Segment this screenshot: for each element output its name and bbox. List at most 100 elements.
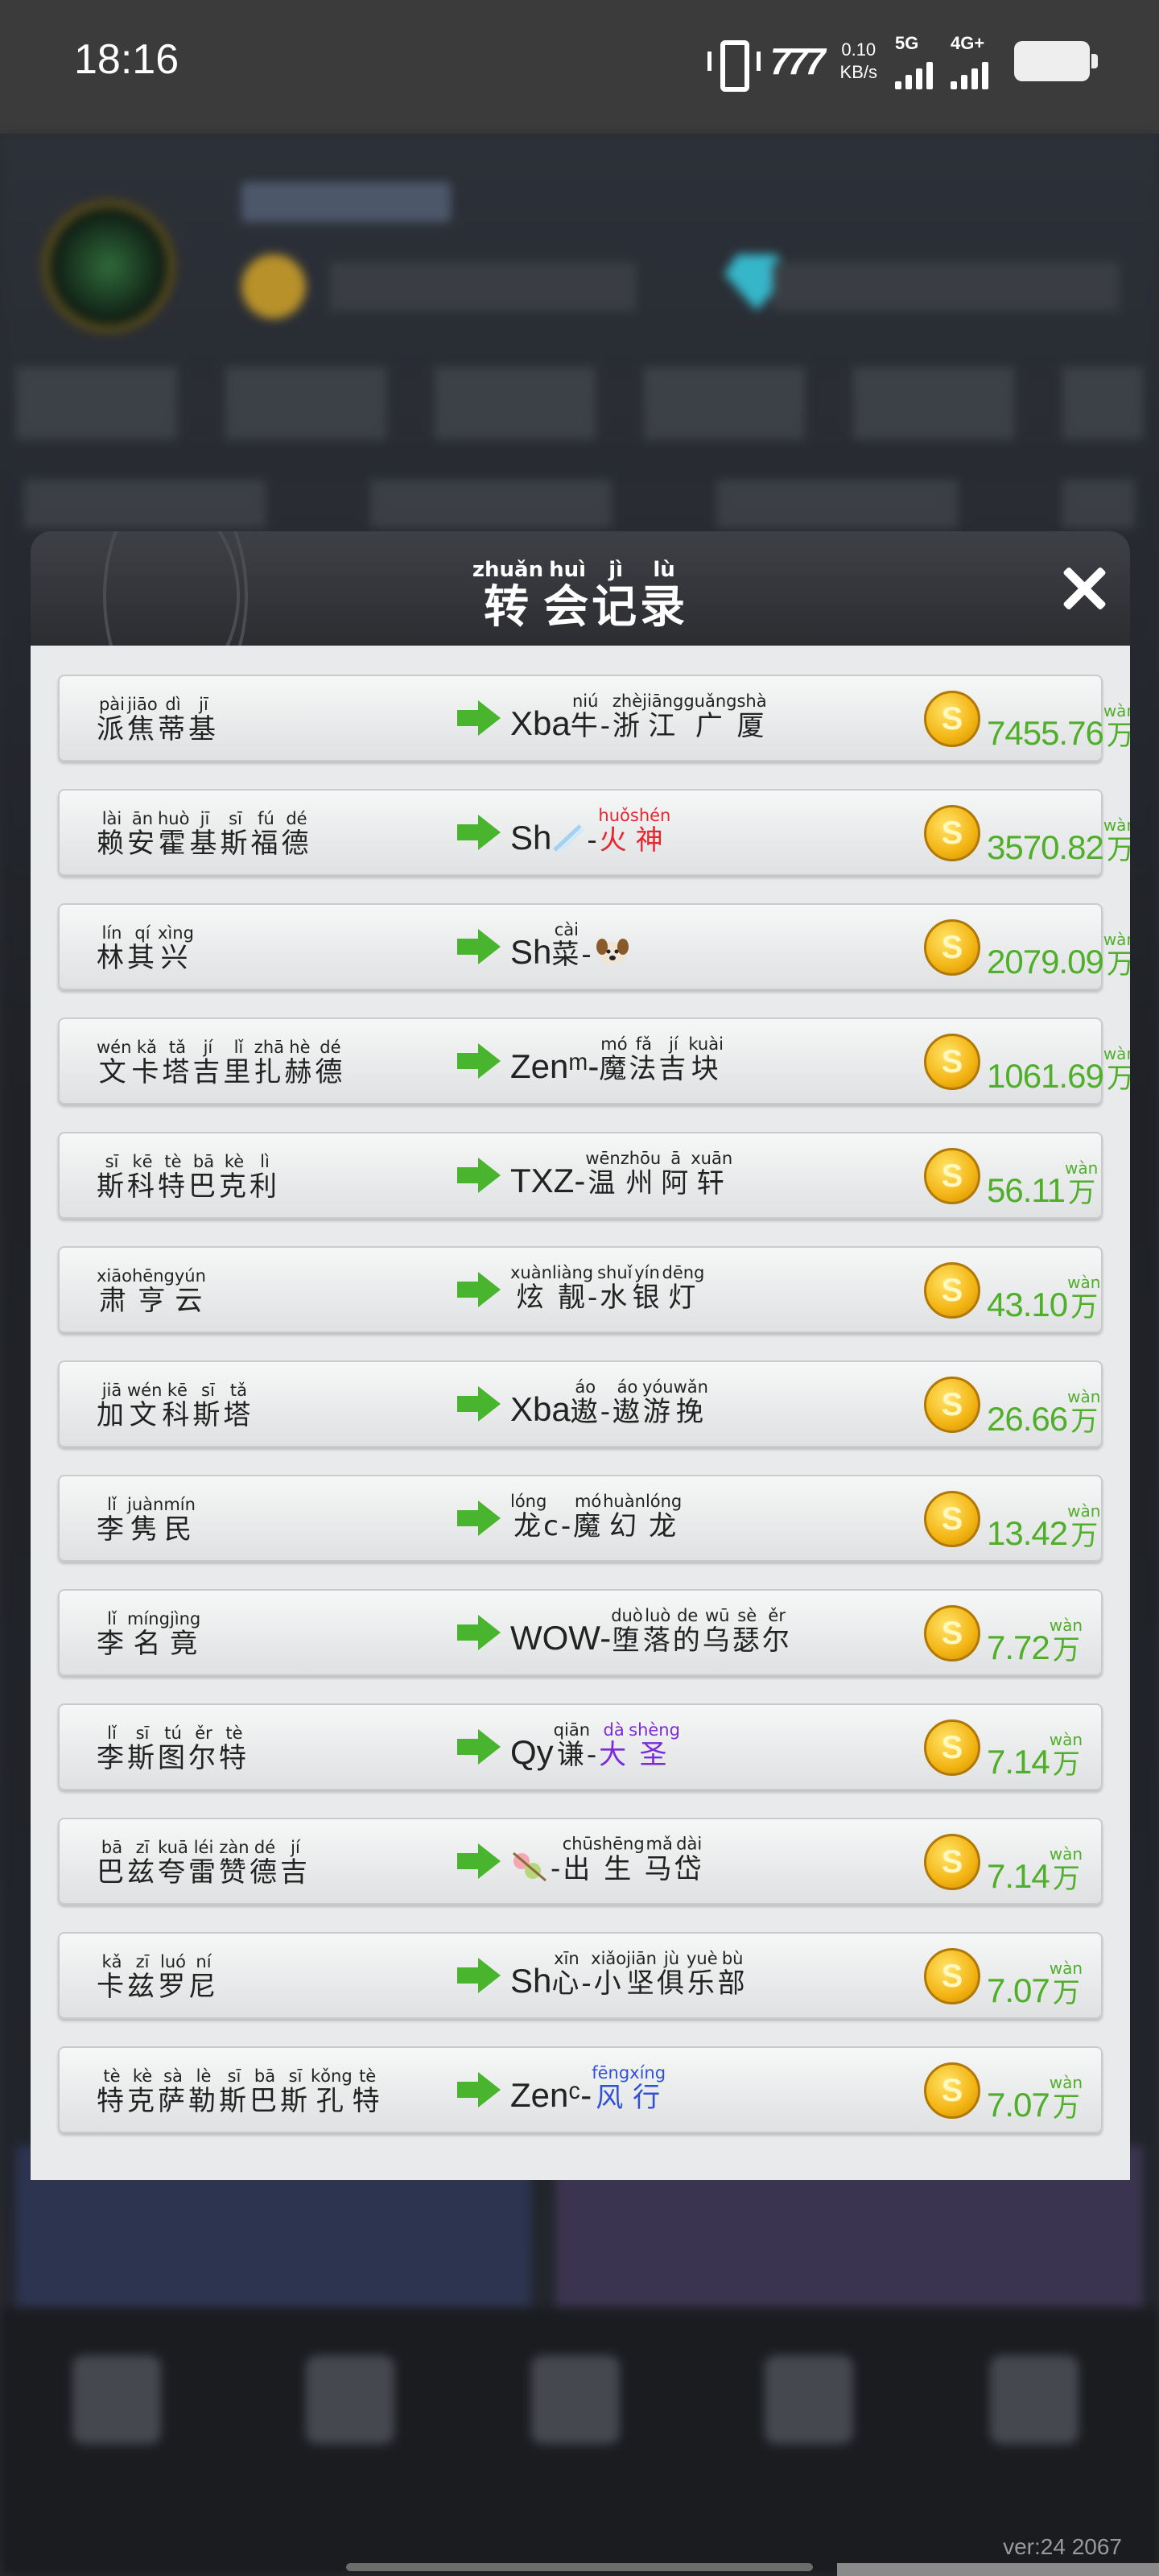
hanzi-char: 万wàn xyxy=(1049,2073,1083,2124)
to-club-name: TXZ-温wēn州zhōu阿ā轩xuān xyxy=(510,1149,732,1199)
club-name-hanzi: -火huǒ神shén xyxy=(587,806,670,857)
hanzi-char: 蒂dì xyxy=(158,695,188,745)
amount-value: 7455.76 xyxy=(987,714,1104,752)
transfer-amount: 56.11万wàn xyxy=(987,1158,1099,1208)
hanzi-char: 特tè xyxy=(352,2066,383,2117)
transfer-row[interactable]: 肃xiāo亨hēng云yún 炫xuàn靓liàng-水shuǐ银yín灯dēng… xyxy=(58,1246,1103,1333)
club-name-hanzi: 魔mó法fǎ吉jí块kuài xyxy=(599,1034,724,1085)
hanzi-char: 赞zàn xyxy=(219,1838,250,1889)
hanzi-char: 生shēng xyxy=(592,1835,645,1885)
hanzi-char: 江jiāng xyxy=(642,691,684,742)
hanzi-char: 尔ěr xyxy=(188,1724,219,1774)
club-name-hanzi: 心xīn-小xiǎo坚jiān俱jù乐yuè部bù xyxy=(551,1949,748,2000)
separator: - xyxy=(551,1853,563,1885)
nav-icon xyxy=(72,2355,161,2444)
hanzi-char: 会huì xyxy=(543,558,592,634)
hanzi-char: 银yín xyxy=(632,1263,662,1314)
close-button[interactable] xyxy=(1058,562,1111,615)
transfer-row[interactable]: 文wén卡kǎ塔tǎ吉jí里lǐ扎zhā赫hè德dé Zenᵐ-魔mó法fǎ吉jí… xyxy=(58,1018,1130,1104)
hanzi-char: 靓liàng xyxy=(551,1263,594,1314)
signal-bars-icon xyxy=(951,57,988,89)
coin-icon xyxy=(924,2062,980,2119)
transfer-row[interactable]: 卡kǎ兹zī罗luó尼ní Sh心xīn-小xiǎo坚jiān俱jù乐yuè部bù… xyxy=(58,1932,1103,2019)
hanzi-char: 大dà xyxy=(599,1720,629,1771)
transfer-row[interactable]: 斯sī科kē特tè巴bā克kè利lì TXZ-温wēn州zhōu阿ā轩xuān 56… xyxy=(58,1132,1103,1219)
amount-value: 7.07 xyxy=(987,2086,1050,2124)
hanzi-char: 亨hēng xyxy=(131,1266,175,1317)
transfer-row[interactable]: 特tè克kè萨sà勒lè斯sī巴bā斯sī孔kǒng特tè Zenᶜ-风fēng行… xyxy=(58,2046,1103,2133)
transfer-row[interactable]: 林lín其qí兴xìng Sh菜cài- 2079.09万wàn xyxy=(58,903,1130,990)
amount-value: 1061.69 xyxy=(987,1057,1104,1095)
transfer-amount: 13.42万wàn xyxy=(987,1501,1101,1550)
hanzi-char: 图tú xyxy=(158,1724,188,1774)
amount-value: 7.07 xyxy=(987,1971,1050,2009)
menu-bar xyxy=(16,367,1143,440)
coin-icon xyxy=(924,1605,980,1662)
hanzi-char: 万wàn xyxy=(1049,1844,1083,1895)
transfer-row[interactable]: 巴bā兹zī夸kuā雷léi赞zàn德dé吉jí -出chū生shēng马mǎ岱d… xyxy=(58,1818,1103,1905)
hanzi-char: 菜cài xyxy=(551,920,582,971)
arrow-right-icon xyxy=(457,1272,501,1307)
hanzi-char: 巴bā xyxy=(250,2066,280,2117)
transfer-row[interactable]: 李lǐ斯sī图tú尔ěr特tè Qy谦qiān-大dà圣shèng 7.14万wàn xyxy=(58,1703,1103,1790)
to-club-name: Sh -火huǒ神shén xyxy=(510,806,670,859)
club-name-hanzi: 温wēn州zhōu阿ā轩xuān xyxy=(585,1149,732,1199)
hanzi-char: 部bù xyxy=(717,1949,748,2000)
hanzi-char: 德dé xyxy=(315,1038,346,1088)
version-label: ver:24 2067 xyxy=(1003,2534,1122,2559)
hanzi-char: 德dé xyxy=(250,1838,280,1889)
vibrate-icon xyxy=(707,40,761,92)
transfer-amount: 7455.76万wàn xyxy=(987,701,1130,752)
home-indicator[interactable] xyxy=(346,2563,813,2571)
club-prefix: Sh xyxy=(510,1962,552,2000)
hanzi-char: 克kè xyxy=(127,2066,158,2117)
hanzi-char: 万wàn xyxy=(1103,930,1130,980)
to-club-name: 炫xuàn靓liàng-水shuǐ银yín灯dēng xyxy=(510,1263,705,1314)
transfer-row[interactable]: 派pài焦jiāo蒂dì基jī Xba牛niú-浙zhè江jiāng广guǎng厦… xyxy=(58,675,1130,762)
from-player-name: 斯sī科kē特tè巴bā克kè利lì xyxy=(97,1152,280,1203)
transfer-row[interactable]: 加jiā文wén科kē斯sī塔tǎXba遨áo-遨áo游yóu挽wǎn26.66… xyxy=(58,1360,1103,1447)
hanzi-char: 落luò xyxy=(642,1606,673,1657)
club-name-hanzi: 谦qiān-大dà圣shèng xyxy=(554,1720,680,1771)
hanzi-char: 竟jìng xyxy=(169,1609,201,1660)
hanzi-char: 兴xìng xyxy=(158,923,194,974)
transfer-row[interactable]: 李lǐ隽juàn民mín龙lóngc-魔mó幻huàn龙lóng13.42万wà… xyxy=(58,1475,1103,1562)
net-label-4g: 4G+ xyxy=(951,33,985,53)
to-club-name: 龙lóngc-魔mó幻huàn龙lóng xyxy=(510,1492,683,1542)
transfer-row[interactable]: 李lǐ名míng竟jìng WOW-堕duò落luò的de乌wū瑟sè尔ěr 7.7… xyxy=(58,1589,1103,1676)
transfer-list[interactable]: 派pài焦jiāo蒂dì基jī Xba牛niú-浙zhè江jiāng广guǎng厦… xyxy=(31,646,1130,2180)
hanzi-char: 行xíng xyxy=(629,2063,666,2114)
coin-balance xyxy=(330,262,636,311)
hanzi-char: 马mǎ xyxy=(644,1835,674,1885)
hanzi-char: 坚jiān xyxy=(626,1949,657,2000)
transfer-row[interactable]: 赖lài安ān霍huò基jī斯sī福fú德dé Sh -火huǒ神shén 3570.… xyxy=(58,789,1130,876)
to-club-name: WOW-堕duò落luò的de乌wū瑟sè尔ěr xyxy=(510,1606,792,1657)
hanzi-char: 浙zhè xyxy=(612,691,643,742)
hanzi-char: 火huǒ xyxy=(598,806,630,857)
from-player-name: 李lǐ斯sī图tú尔ěr特tè xyxy=(97,1724,250,1774)
hanzi-char: 龙lóng xyxy=(510,1492,547,1542)
hanzi-char: 吉jí xyxy=(658,1034,689,1085)
coin-icon xyxy=(241,254,306,319)
hanzi-char: 斯sī xyxy=(127,1724,158,1774)
nav-icon xyxy=(306,2355,394,2444)
from-player-name: 林lín其qí兴xìng xyxy=(97,923,194,974)
amount-value: 7.14 xyxy=(987,1857,1050,1895)
hanzi-char: 圣shèng xyxy=(629,1720,680,1771)
hanzi-char: 卡kǎ xyxy=(97,1952,127,2003)
hanzi-char: 隽juàn xyxy=(127,1495,164,1546)
hanzi-char: 灯dēng xyxy=(662,1263,705,1314)
transfer-record-dialog: 转zhuǎn会huì记jì录lù 派pài焦jiāo蒂dì基jī Xba牛niú-… xyxy=(31,531,1130,2180)
club-name-hanzi: 堕duò落luò的de乌wū瑟sè尔ěr xyxy=(611,1606,792,1657)
hanzi-char: 勒lè xyxy=(188,2066,219,2117)
transfer-amount: 2079.09万wàn xyxy=(987,930,1130,980)
arrow-right-icon xyxy=(457,1158,501,1193)
hanzi-char: 龙lóng xyxy=(645,1492,683,1542)
hanzi-char: 雷léi xyxy=(188,1838,219,1889)
to-club-name: Qy谦qiān-大dà圣shèng xyxy=(510,1720,680,1771)
hanzi-char: 李lǐ xyxy=(97,1609,127,1660)
hanzi-char: 科kē xyxy=(127,1152,158,1203)
hanzi-char: 卡kǎ xyxy=(131,1038,163,1088)
arrow-right-icon xyxy=(457,1729,501,1765)
clock: 18:16 xyxy=(74,36,179,83)
